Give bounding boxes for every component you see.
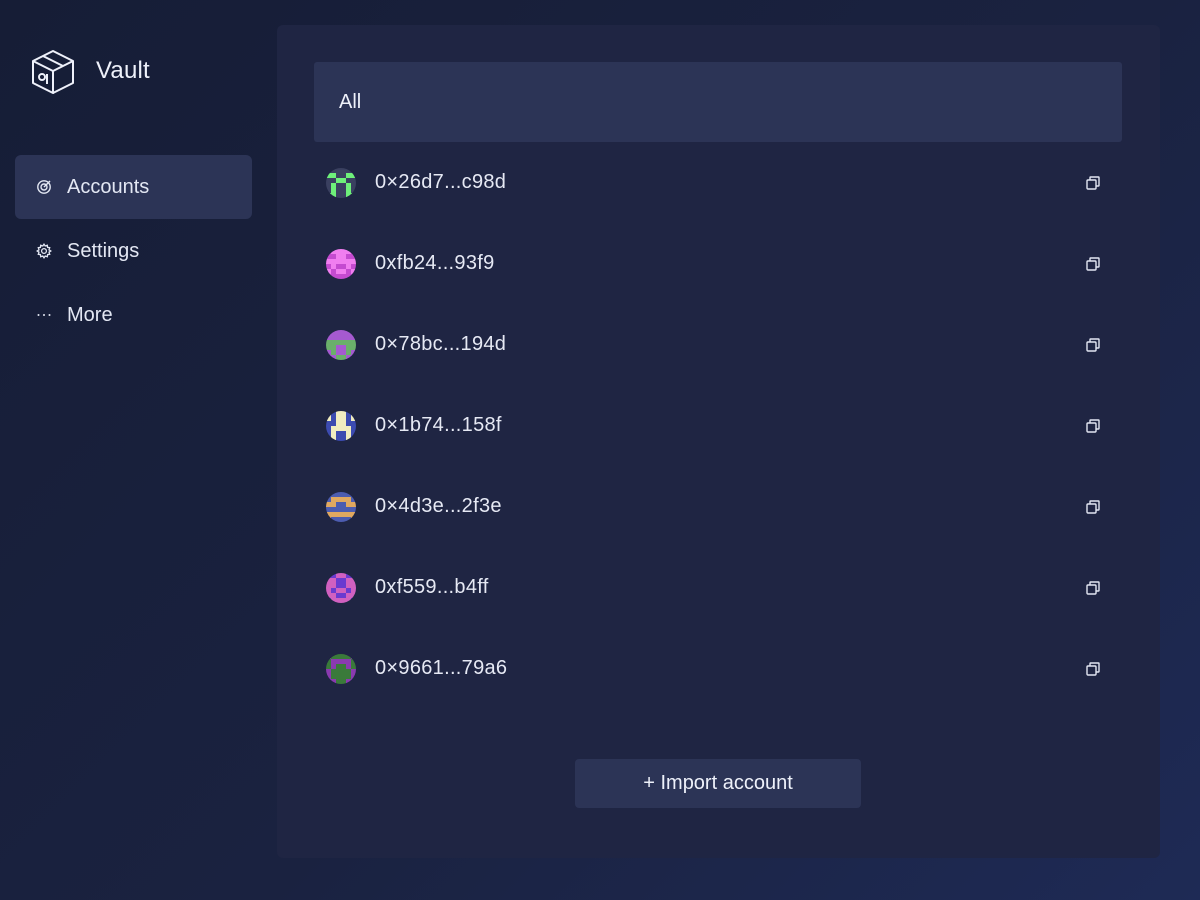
account-row[interactable]: 0xf559...b4ff [314,547,1122,628]
sidebar-item-more[interactable]: More [15,283,252,347]
account-address: 0×78bc...194d [375,333,507,355]
account-address: 0×4d3e...2f3e [375,495,502,517]
sidebar-item-label: More [67,303,113,326]
copy-icon[interactable] [1084,336,1102,354]
sidebar-item-accounts[interactable]: Accounts [15,155,252,219]
accounts-panel: All 0×26d7...c98d 0xfb24...93f9 0×78bc...1… [277,25,1160,858]
import-account-button[interactable]: + Import account [575,759,861,808]
account-address: 0xf559...b4ff [375,576,489,598]
account-row[interactable]: 0×9661...79a6 [314,628,1122,709]
avatar [326,572,356,603]
sidebar-nav: Accounts Settings More [15,155,252,347]
copy-icon[interactable] [1084,417,1102,435]
copy-icon[interactable] [1084,498,1102,516]
avatar [326,167,356,198]
account-address: 0×1b74...158f [375,414,502,436]
account-row[interactable]: 0×26d7...c98d [314,142,1122,223]
avatar [326,248,356,279]
account-row[interactable]: 0×4d3e...2f3e [314,466,1122,547]
account-address: 0×9661...79a6 [375,657,508,679]
sidebar-item-label: Settings [67,239,140,262]
account-row[interactable]: 0xfb24...93f9 [314,223,1122,304]
account-row[interactable]: 0×78bc...194d [314,304,1122,385]
filter-all[interactable]: All [314,62,1122,142]
copy-icon[interactable] [1084,660,1102,678]
sidebar-item-settings[interactable]: Settings [15,219,252,283]
gear-icon [36,243,52,259]
avatar [326,410,356,441]
copy-icon[interactable] [1084,255,1102,273]
avatar [326,653,356,684]
sidebar-item-label: Accounts [67,175,150,198]
avatar [326,491,356,522]
account-address: 0xfb24...93f9 [375,252,495,274]
dots-icon [36,307,52,323]
account-list: 0×26d7...c98d 0xfb24...93f9 0×78bc...194d 0… [314,142,1122,709]
avatar [326,329,356,360]
account-address: 0×26d7...c98d [375,171,507,193]
account-row[interactable]: 0×1b74...158f [314,385,1122,466]
copy-icon[interactable] [1084,174,1102,192]
vault-box-icon [32,50,74,94]
copy-icon[interactable] [1084,579,1102,597]
app-name: Vault [96,57,150,84]
target-icon [36,179,52,195]
app-logo: Vault [29,47,150,95]
